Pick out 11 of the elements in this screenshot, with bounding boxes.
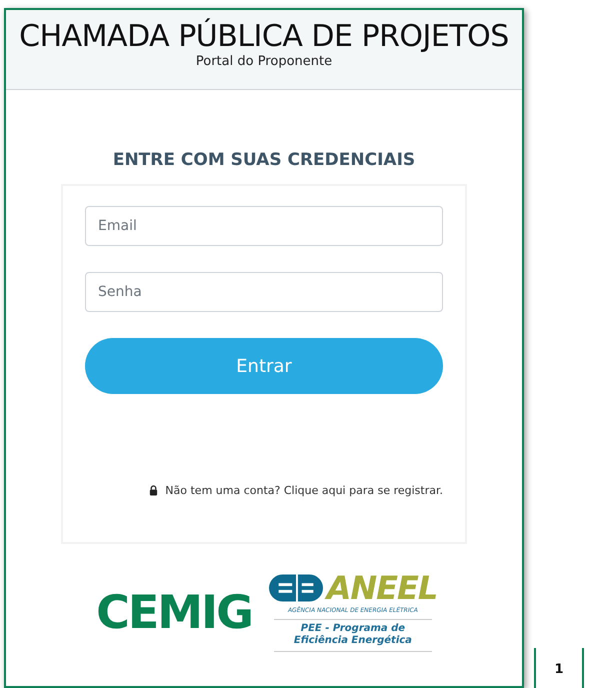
program-name: PEE - Programa de Eficiência Energética xyxy=(274,620,432,652)
login-heading: ENTRE COM SUAS CREDENCIAIS xyxy=(112,150,416,170)
aneel-name: ANEEL xyxy=(326,572,438,604)
email-field[interactable]: Email xyxy=(85,206,443,246)
cemig-logo: CEMIG xyxy=(96,585,252,639)
page-number-marker: 1 xyxy=(534,648,584,688)
register-link[interactable]: Não tem uma conta? Clique aqui para se registrar. xyxy=(165,484,443,497)
password-field[interactable]: Senha xyxy=(85,272,443,312)
lock-icon xyxy=(149,485,158,496)
page-title: CHAMADA PÚBLICA DE PROJETOS xyxy=(19,20,509,54)
page-subtitle: Portal do Proponente xyxy=(196,54,332,70)
